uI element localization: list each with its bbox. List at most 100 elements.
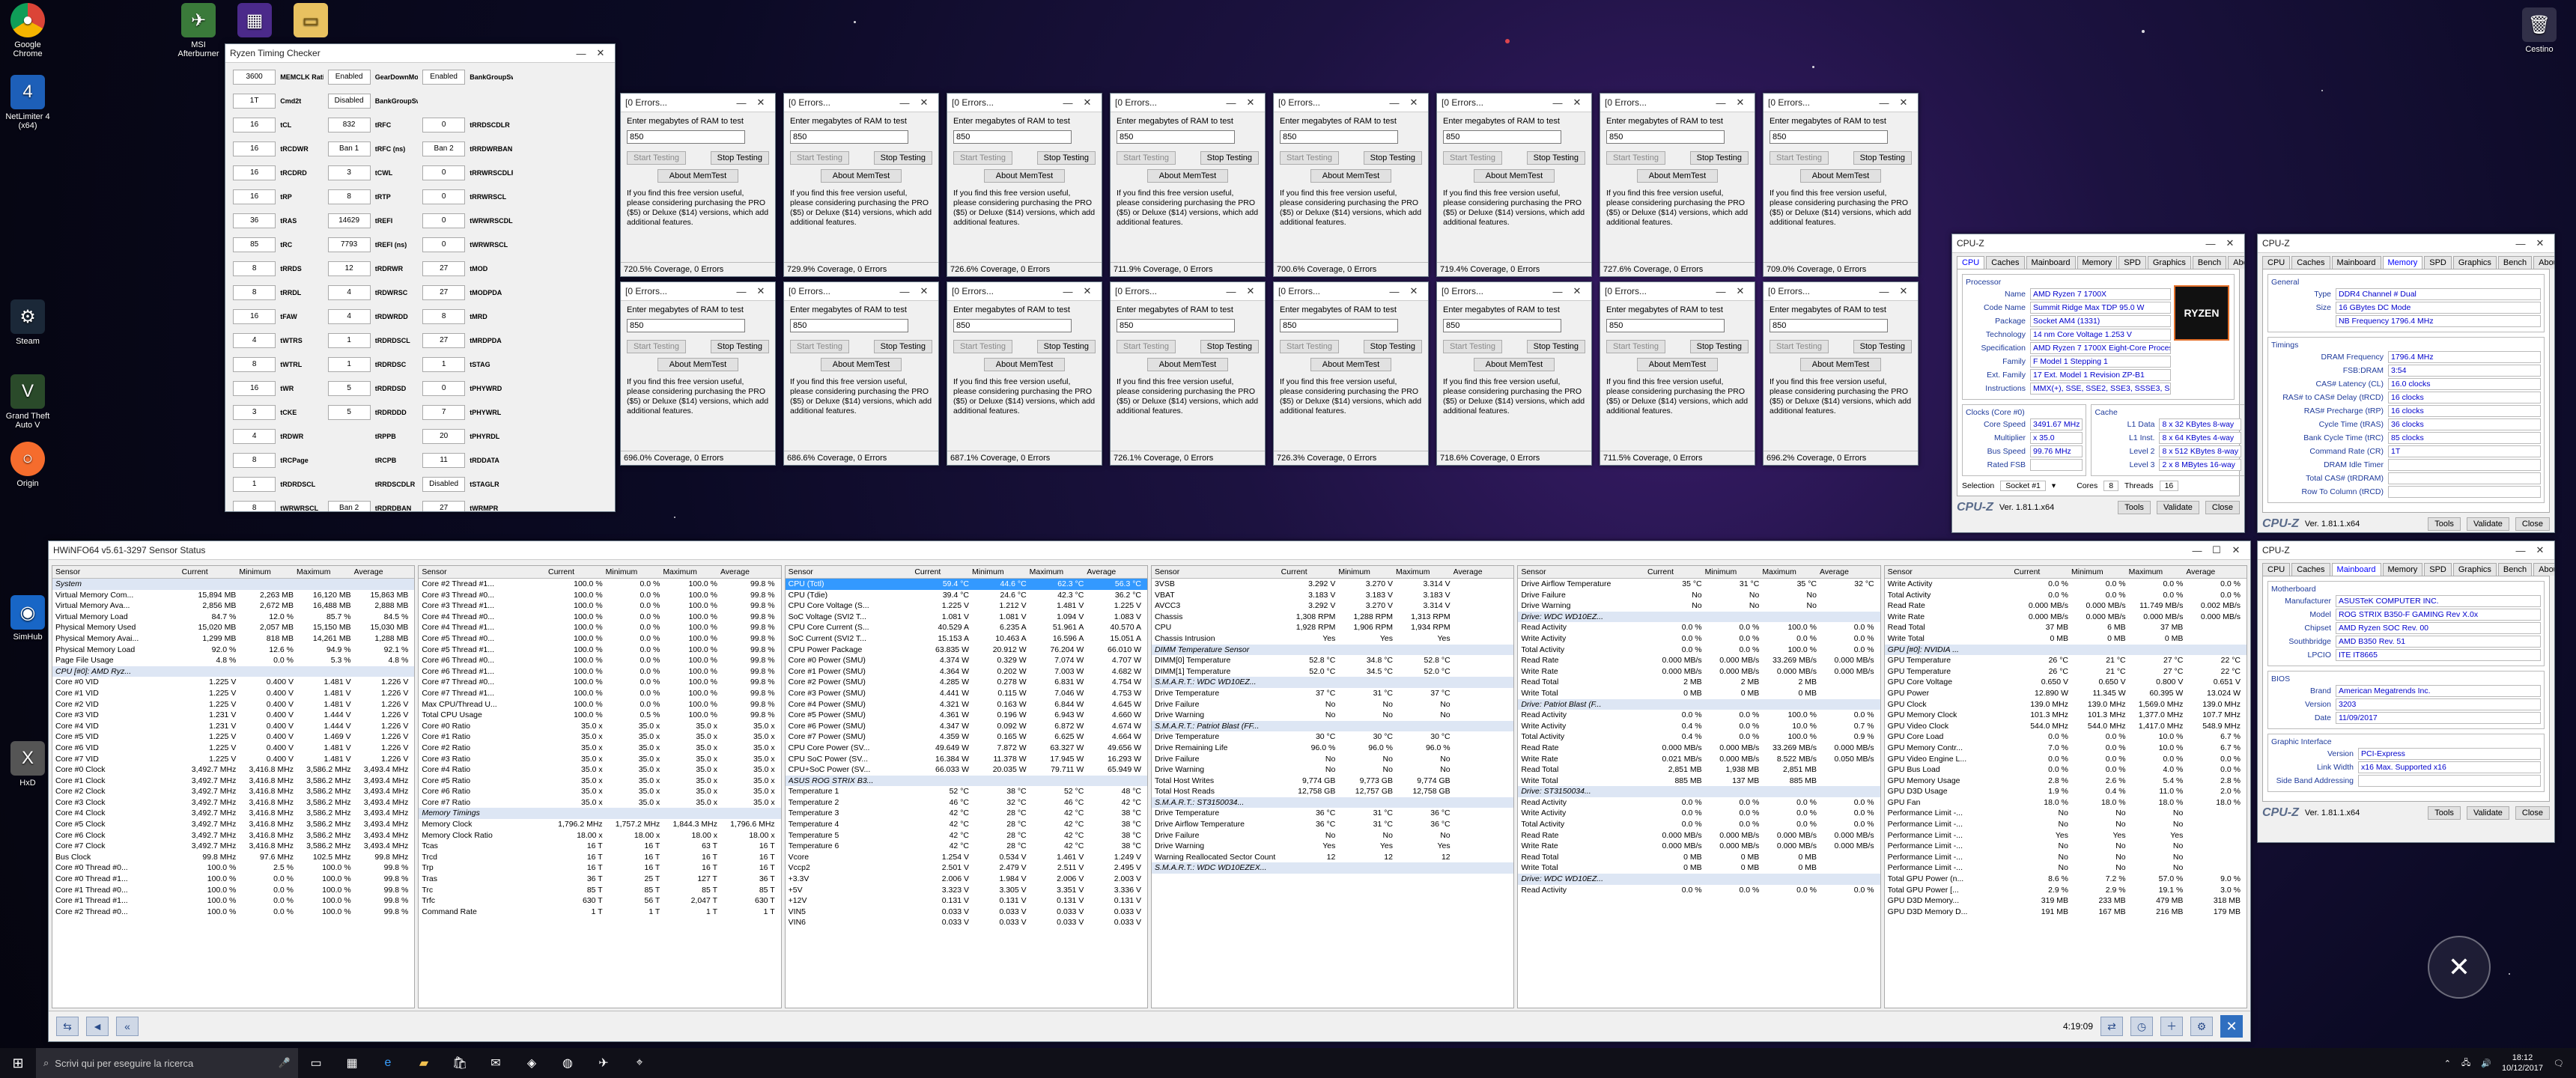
afterburner-icon[interactable]: ✈ [586, 1048, 622, 1078]
minimize-icon[interactable]: — [571, 48, 591, 59]
start-testing-button[interactable]: Start Testing [1280, 151, 1339, 165]
memtest-window[interactable]: [0 Errors... — ✕ Enter megabytes of RAM to … [1436, 93, 1592, 277]
sensor-row[interactable]: Read Activity 0.0 % 0.0 % 0.0 % 0.0 % [1518, 885, 1880, 896]
sensor-row[interactable]: 3VSB 3.292 V 3.270 V 3.314 V [1152, 579, 1513, 590]
memtest-titlebar[interactable]: [0 Errors... — ✕ [1437, 94, 1591, 112]
sensor-row[interactable]: Core #7 Clock 3,492.7 MHz 3,416.8 MHz 3,586… [52, 841, 414, 852]
memtest-window[interactable]: [0 Errors... — ✕ Enter megabytes of RAM to … [1600, 281, 1755, 466]
ram-input[interactable] [953, 130, 1072, 144]
desktop-icon-hxd[interactable]: X HxD [1, 741, 54, 788]
stop-testing-button[interactable]: Stop Testing [710, 340, 769, 353]
start-testing-button[interactable]: Start Testing [1117, 151, 1176, 165]
about-memtest-button[interactable]: About MemTest [1474, 358, 1555, 371]
validate-button[interactable]: Validate [2156, 501, 2199, 514]
sensor-row[interactable]: SoC Voltage (SVI2 T... 1.081 V 1.081 V 1.09… [786, 612, 1147, 623]
column-header[interactable]: Current [1647, 567, 1705, 576]
sensor-row[interactable]: GPU Clock 139.0 MHz 139.0 MHz 1,569.0 MHz 13… [1885, 699, 2247, 710]
sensor-row[interactable]: Total Activity 0.4 % 0.0 % 100.0 % 0.9 % [1518, 731, 1880, 743]
minimize-icon[interactable]: — [2511, 238, 2530, 249]
stop-testing-button[interactable]: Stop Testing [1363, 151, 1422, 165]
desktop-icon-simhub[interactable]: ◉ SimHub [1, 595, 54, 642]
sensor-row[interactable]: Bus Clock 99.8 MHz 97.6 MHz 102.5 MHz 99.8 M… [52, 852, 414, 863]
start-testing-button[interactable]: Start Testing [1117, 340, 1176, 353]
sensor-row[interactable]: Core #0 Clock 3,492.7 MHz 3,416.8 MHz 3,586… [52, 764, 414, 776]
column-header[interactable]: Average [2186, 567, 2244, 576]
sensor-row[interactable]: Core #0 Ratio 35.0 x 35.0 x 35.0 x 35.0 x [419, 721, 780, 732]
clock-icon[interactable]: ◷ [2130, 1017, 2153, 1036]
sensor-row[interactable]: Temperature 1 52 °C 38 °C 52 °C 48 °C [786, 786, 1147, 797]
column-header[interactable]: Minimum [972, 567, 1030, 576]
close-button[interactable]: Close [2205, 501, 2240, 514]
sensor-row[interactable]: Core #3 Thread #1... 100.0 % 0.0 % 100.0 % 9… [419, 600, 780, 612]
close-icon[interactable]: ✕ [1894, 285, 1913, 297]
sensor-row[interactable]: Drive Failure No No No [1518, 590, 1880, 601]
sensor-row[interactable]: Read Total 0 MB 0 MB 0 MB [1518, 852, 1880, 863]
sensor-row[interactable]: Core #6 VID 1.225 V 0.400 V 1.481 V 1.226 V [52, 743, 414, 754]
sensor-row[interactable]: Page File Usage 4.8 % 0.0 % 5.3 % 4.8 % [52, 655, 414, 666]
column-header[interactable]: Sensor [789, 567, 915, 576]
memtest-window[interactable]: [0 Errors... — ✕ Enter megabytes of RAM to … [1110, 93, 1266, 277]
sensor-row[interactable]: Virtual Memory Load 84.7 % 12.0 % 85.7 % 84.… [52, 612, 414, 623]
sensor-row[interactable]: Write Rate 0.000 MB/s 0.000 MB/s 0.000 MB/s… [1518, 666, 1880, 677]
memtest-window[interactable]: [0 Errors... — ✕ Enter megabytes of RAM to … [1110, 281, 1266, 466]
sensor-row[interactable]: Trc 85 T 85 T 85 T 85 T [419, 885, 780, 896]
add-icon[interactable]: ＋ [2160, 1017, 2183, 1036]
about-memtest-button[interactable]: About MemTest [657, 358, 738, 371]
tab-graphics[interactable]: Graphics [2452, 256, 2497, 269]
ram-input[interactable] [627, 319, 745, 332]
search-box[interactable]: ⌕ Scrivi qui per eseguire la ricerca 🎤 [36, 1048, 298, 1078]
sensor-row[interactable]: Virtual Memory Ava... 2,856 MB 2,672 MB 16,… [52, 600, 414, 612]
close-icon[interactable]: ✕ [1894, 97, 1913, 109]
column-header[interactable]: Average [1820, 567, 1877, 576]
close-icon[interactable]: ✕ [751, 97, 771, 109]
minimize-icon[interactable]: — [2511, 545, 2530, 556]
sensor-row[interactable]: Temperature 2 46 °C 32 °C 46 °C 42 °C [786, 797, 1147, 808]
mail-icon[interactable]: ✉ [478, 1048, 514, 1078]
start-testing-button[interactable]: Start Testing [1770, 340, 1829, 353]
sensor-row[interactable]: Core #2 Clock 3,492.7 MHz 3,416.8 MHz 3,586… [52, 786, 414, 797]
sensor-row[interactable]: GPU Temperature 26 °C 21 °C 27 °C 22 °C [1885, 666, 2247, 677]
memtest-window[interactable]: [0 Errors... — ✕ Enter megabytes of RAM to … [1600, 93, 1755, 277]
tab-cpu[interactable]: CPU [2262, 256, 2291, 269]
sensor-row[interactable]: Read Total 37 MB 6 MB 37 MB [1885, 622, 2247, 633]
close-icon[interactable]: ✕ [914, 285, 934, 297]
tab-spd[interactable]: SPD [2424, 563, 2452, 576]
tools-button[interactable]: Tools [2428, 806, 2461, 820]
stop-testing-button[interactable]: Stop Testing [1853, 340, 1912, 353]
start-button[interactable]: ⊞ [0, 1048, 36, 1078]
sensor-row[interactable]: Total Activity 0.0 % 0.0 % 0.0 % 0.0 % [1518, 819, 1880, 830]
sensor-row[interactable]: Write Rate 0.000 MB/s 0.000 MB/s 0.000 MB/s… [1885, 612, 2247, 623]
sensor-row[interactable]: AVCC3 3.292 V 3.270 V 3.314 V [1152, 600, 1513, 612]
cpuz-cpu-window[interactable]: CPU-Z — ✕ CPU Caches Mainboard Memory SPD Gra… [1951, 234, 2245, 533]
column-header[interactable]: Minimum [2071, 567, 2129, 576]
minimize-icon[interactable]: — [732, 97, 751, 109]
sensor-row[interactable]: Total Activity 0.0 % 0.0 % 100.0 % 0.0 % [1518, 645, 1880, 656]
sensor-row[interactable]: Read Rate 0.000 MB/s 0.000 MB/s 0.000 MB/s 0… [1518, 830, 1880, 841]
sensor-row[interactable]: Drive Warning No No No [1518, 600, 1880, 612]
minimize-icon[interactable]: — [732, 286, 751, 297]
sensor-row[interactable]: Drive Airflow Temperature 35 °C 31 °C 35 °C… [1518, 579, 1880, 590]
ram-input[interactable] [1443, 130, 1561, 144]
about-memtest-button[interactable]: About MemTest [984, 358, 1065, 371]
sensor-row[interactable]: +3.3V 2.006 V 1.984 V 2.006 V 2.003 V [786, 874, 1147, 885]
minimize-icon[interactable]: — [1548, 97, 1567, 109]
sensor-row[interactable]: CPU 1,928 RPM 1,906 RPM 1,934 RPM [1152, 622, 1513, 633]
close-icon[interactable]: ✕ [914, 97, 934, 109]
stop-testing-button[interactable]: Stop Testing [873, 340, 932, 353]
start-testing-button[interactable]: Start Testing [1606, 340, 1665, 353]
start-testing-button[interactable]: Start Testing [1280, 340, 1339, 353]
sensor-row[interactable]: Read Rate 0.000 MB/s 0.000 MB/s 33.269 MB/s… [1518, 655, 1880, 666]
sensor-row[interactable]: Drive Temperature 36 °C 31 °C 36 °C [1152, 808, 1513, 819]
sensor-row[interactable]: Core #5 Clock 3,492.7 MHz 3,416.8 MHz 3,586… [52, 819, 414, 830]
ram-input[interactable] [1280, 130, 1398, 144]
about-memtest-button[interactable]: About MemTest [1637, 358, 1718, 371]
sensor-group-header[interactable]: Drive: WDC WD10EZ... [1518, 874, 1880, 885]
about-memtest-button[interactable]: About MemTest [1800, 358, 1881, 371]
sensor-row[interactable]: Total Host Writes 9,774 GB 9,773 GB 9,774 G… [1152, 776, 1513, 787]
column-header[interactable]: Current [548, 567, 606, 576]
cpuz-titlebar[interactable]: CPU-Z — ✕ [2258, 541, 2554, 560]
sensor-row[interactable]: Drive Airflow Temperature 36 °C 31 °C 36 °C [1152, 819, 1513, 830]
sensor-row[interactable]: Total GPU Power (n... 8.6 % 7.2 % 57.0 % 9.0… [1885, 874, 2247, 885]
sensor-row[interactable]: Core #4 Ratio 35.0 x 35.0 x 35.0 x 35.0 x [419, 764, 780, 776]
desktop-icon-origin[interactable]: ○ Origin [1, 442, 54, 488]
